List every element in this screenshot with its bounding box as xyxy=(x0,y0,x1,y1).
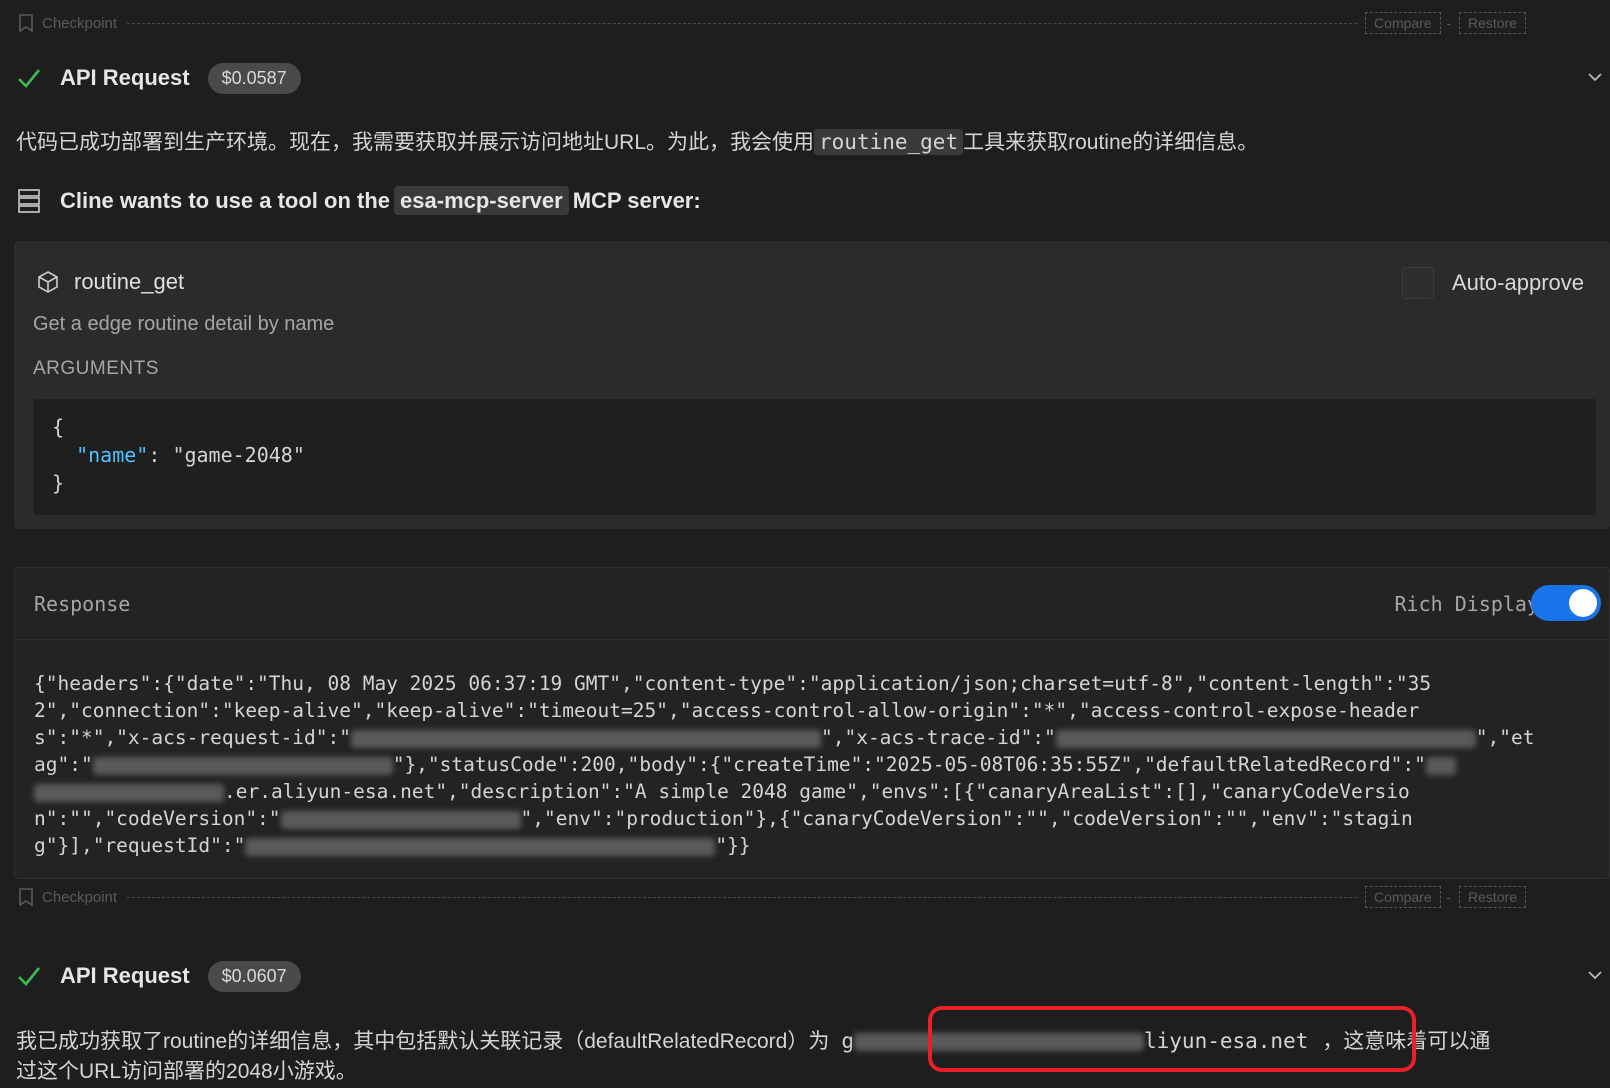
checkpoint-label: Checkpoint xyxy=(42,14,118,32)
response-line: 2","connection":"keep-alive","keep-alive… xyxy=(34,699,1420,722)
highlight-box xyxy=(928,1006,1416,1072)
divider xyxy=(127,896,1358,898)
cube-icon xyxy=(38,271,58,293)
checkpoint-row: Checkpoint Compare - Restore xyxy=(0,10,1610,36)
auto-approve-checkbox[interactable] xyxy=(1401,267,1434,299)
cost-badge: $0.0607 xyxy=(207,960,301,992)
redacted xyxy=(1425,756,1456,775)
response-line: ","et xyxy=(1475,726,1535,749)
arguments-block: { "name": "game-2048" } xyxy=(34,399,1596,515)
auto-approve[interactable]: Auto-approve xyxy=(1401,267,1584,299)
api-request-row[interactable]: API Request $0.0607 xyxy=(0,956,1610,996)
compare-button[interactable]: Compare xyxy=(1365,886,1441,908)
assistant-message: 代码已成功部署到生产环境。现在，我需要获取并展示访问地址URL。为此，我会使用 r… xyxy=(16,126,1258,156)
check-icon xyxy=(18,69,41,88)
response-line: g"}],"requestId":" xyxy=(34,834,246,857)
response-panel: Response Rich Display {"headers":{"date"… xyxy=(14,567,1610,879)
mcp-request-text: Cline wants to use a tool on the esa-mcp-… xyxy=(60,186,701,215)
response-line: s":"*","x-acs-request-id":" xyxy=(34,726,351,749)
response-line: n":"","codeVersion":" xyxy=(34,807,281,830)
response-line: ","env":"production"},{"canaryCodeVersio… xyxy=(520,807,1413,830)
message-text: 工具来获取routine的详细信息。 xyxy=(963,131,1259,154)
response-line: ag":" xyxy=(34,753,93,776)
checkpoint-row: Checkpoint Compare - Restore xyxy=(0,884,1610,910)
message-text: 过这个URL访问部署的2048小游戏。 xyxy=(16,1060,357,1083)
tool-header: routine_get xyxy=(36,269,184,295)
arguments-title: ARGUMENTS xyxy=(33,358,159,379)
mcp-text-before: Cline wants to use a tool on the xyxy=(60,188,391,213)
tool-name: routine_get xyxy=(74,269,185,294)
api-request-row[interactable]: API Request $0.0587 xyxy=(0,58,1610,98)
redacted xyxy=(34,783,224,802)
json-value: "game-2048" xyxy=(172,443,305,467)
message-text: 代码已成功部署到生产环境。现在，我需要获取并展示访问地址URL。为此，我会使用 xyxy=(16,131,815,154)
bookmark-icon xyxy=(19,888,33,906)
url-prefix: g xyxy=(841,1029,854,1053)
response-title: Response xyxy=(34,592,131,616)
check-icon xyxy=(18,967,41,986)
separator: - xyxy=(1446,889,1451,905)
response-header: Response Rich Display xyxy=(15,568,1609,640)
api-request-title: API Request xyxy=(60,963,190,988)
cost-badge: $0.0587 xyxy=(207,62,301,94)
mcp-text-after: MCP server: xyxy=(572,188,701,213)
server-icon xyxy=(18,189,40,213)
auto-approve-label[interactable]: Auto-approve xyxy=(1452,270,1584,296)
tool-description: Get a edge routine detail by name xyxy=(33,313,335,335)
response-line: "}} xyxy=(715,834,751,857)
toggle-knob xyxy=(1569,589,1597,617)
chevron-down-icon[interactable] xyxy=(1586,966,1604,984)
restore-button[interactable]: Restore xyxy=(1458,886,1527,908)
arguments-json: { "name": "game-2048" } xyxy=(52,415,305,495)
response-line: ","x-acs-trace-id":" xyxy=(820,726,1056,749)
response-line: .er.aliyun-esa.net","description":"A sim… xyxy=(224,780,1410,803)
redacted xyxy=(280,810,521,829)
chevron-down-icon[interactable] xyxy=(1586,68,1604,86)
compare-button[interactable]: Compare xyxy=(1365,12,1441,34)
response-body: {"headers":{"date":"Thu, 08 May 2025 06:… xyxy=(34,670,1594,859)
mcp-server-name: esa-mcp-server xyxy=(394,186,569,215)
mcp-request-line: Cline wants to use a tool on the esa-mcp-… xyxy=(0,183,1610,219)
redacted xyxy=(350,729,821,748)
api-request-title: API Request xyxy=(60,65,190,90)
message-text: 我已成功获取了routine的详细信息，其中包括默认关联记录（defaultRe… xyxy=(16,1030,830,1053)
rich-display-toggle[interactable] xyxy=(1531,585,1601,621)
redacted xyxy=(245,837,716,856)
separator: - xyxy=(1446,15,1451,31)
checkpoint-label: Checkpoint xyxy=(42,888,118,906)
divider xyxy=(127,22,1358,24)
redacted xyxy=(1055,729,1476,748)
response-line: "},"statusCode":200,"body":{"createTime"… xyxy=(392,753,1426,776)
response-line: {"headers":{"date":"Thu, 08 May 2025 06:… xyxy=(34,672,1432,695)
redacted xyxy=(92,756,393,775)
restore-button[interactable]: Restore xyxy=(1458,12,1527,34)
tool-card: routine_get Auto-approve Get a edge rout… xyxy=(14,241,1610,529)
rich-display-label: Rich Display xyxy=(1394,592,1540,616)
inline-code: routine_get xyxy=(814,129,964,155)
json-key: "name" xyxy=(76,443,149,467)
bookmark-icon xyxy=(19,14,33,32)
